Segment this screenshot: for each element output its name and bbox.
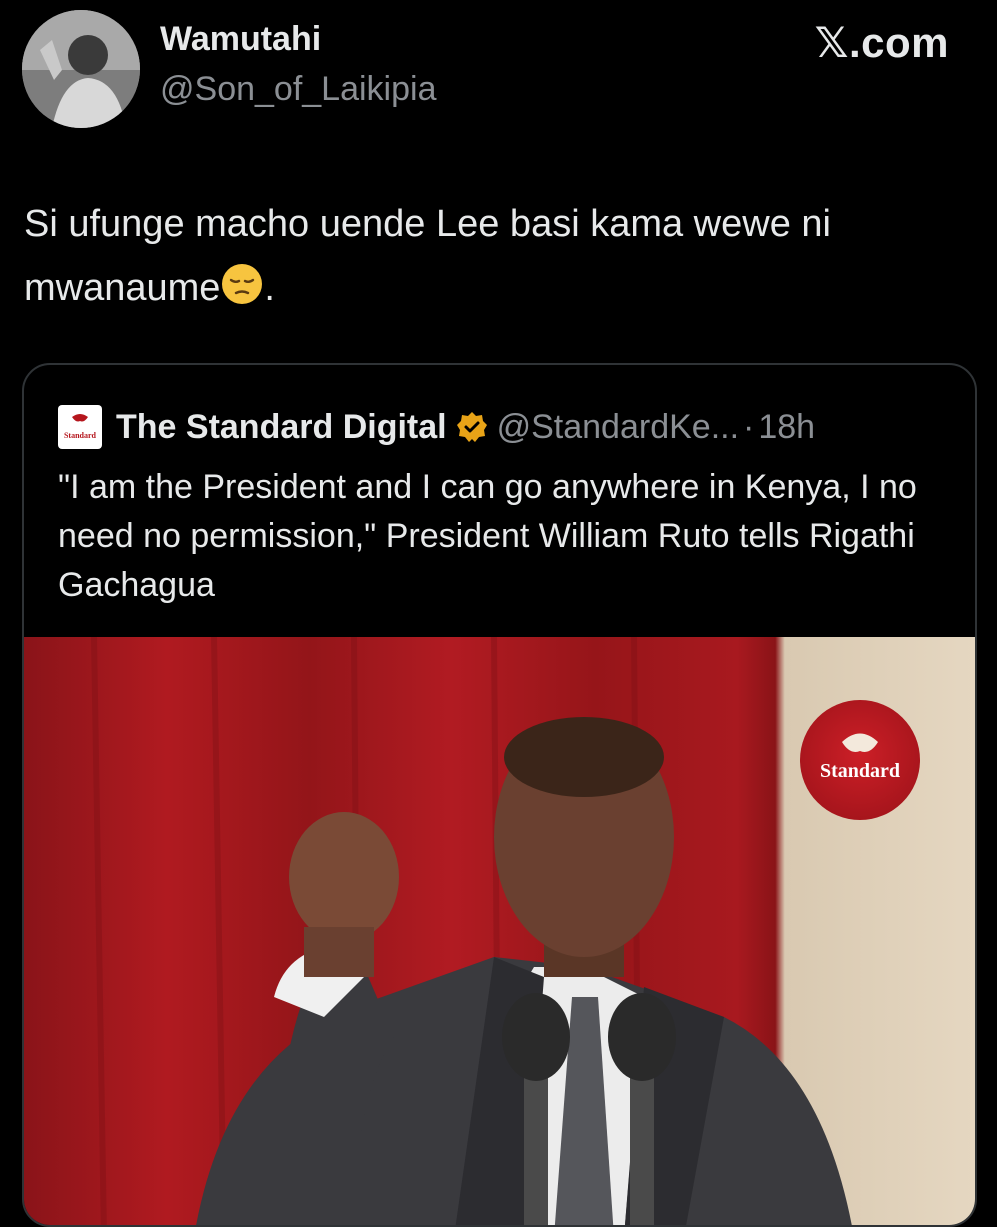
quoted-author-name[interactable]: The Standard Digital: [116, 408, 447, 447]
tweet-text-end: .: [264, 267, 275, 309]
quoted-avatar-logo-text: Standard: [64, 431, 97, 440]
video-thumbnail: Standard: [24, 637, 975, 1225]
pensive-face-emoji-icon: [222, 264, 263, 304]
quoted-tweet-time[interactable]: 18h: [758, 408, 815, 447]
tweet-text-main: Si ufunge macho uende Lee basi kama wewe…: [24, 203, 831, 309]
standard-logo-icon: Standard: [60, 407, 100, 447]
author-avatar[interactable]: [22, 10, 140, 128]
quoted-author-handle[interactable]: @StandardKe...: [497, 408, 739, 447]
quoted-tweet-text: "I am the President and I can go anywher…: [58, 468, 917, 604]
quoted-tweet-media[interactable]: Standard: [24, 637, 975, 1225]
standard-watermark-logo-icon: Standard: [800, 700, 920, 820]
author-name[interactable]: Wamutahi: [160, 20, 321, 59]
author-handle[interactable]: @Son_of_Laikipia: [160, 70, 436, 109]
quoted-author-avatar[interactable]: Standard: [58, 405, 102, 449]
media-watermark-text: Standard: [820, 760, 900, 782]
header-separator: ·: [743, 407, 755, 446]
avatar-photo: [22, 10, 140, 128]
tweet-text: Si ufunge macho uende Lee basi kama wewe…: [24, 192, 974, 320]
site-label: 𝕏.com: [814, 19, 949, 66]
quoted-tweet-card[interactable]: Standard The Standard Digital @StandardK…: [22, 363, 977, 1227]
verified-badge-icon: [456, 412, 487, 442]
quoted-tweet-header: Standard The Standard Digital @StandardK…: [58, 405, 815, 449]
